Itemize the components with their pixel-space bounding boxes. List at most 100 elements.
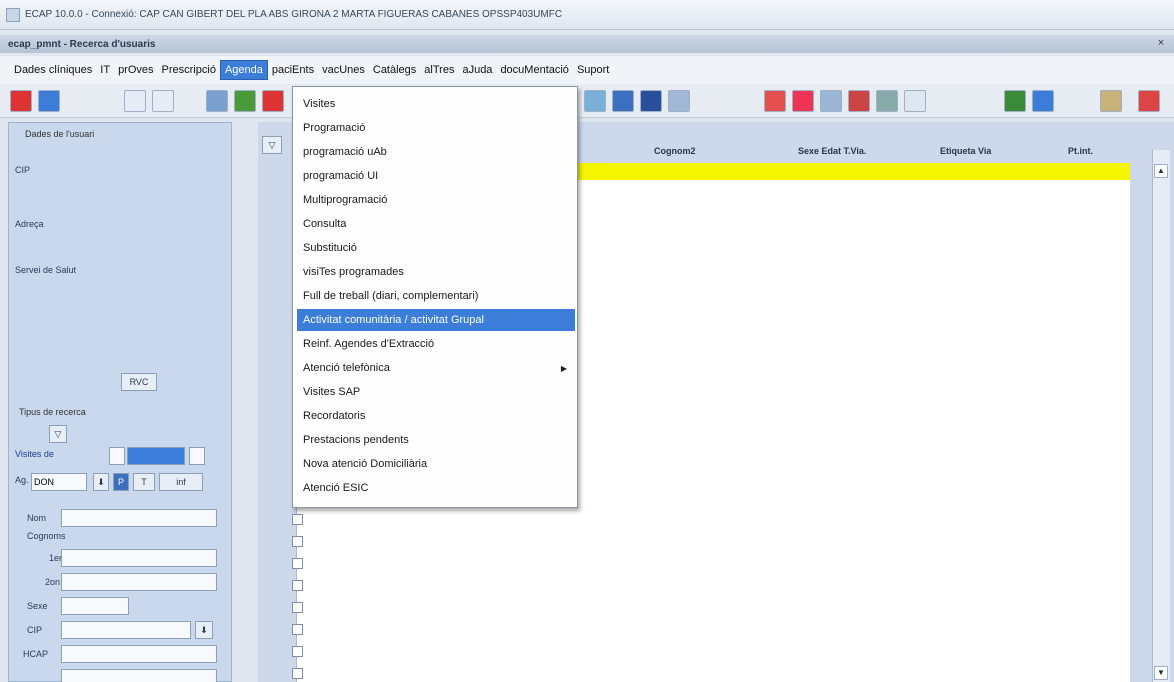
inf-icon[interactable] — [1032, 90, 1054, 112]
close-icon[interactable]: × — [1154, 37, 1168, 51]
toolbar — [0, 84, 1174, 118]
card-icon[interactable] — [1100, 90, 1122, 112]
menu-item-label: Reinf. Agendes d'Extracció — [303, 338, 435, 350]
menu-pacients[interactable]: paciEnts — [268, 61, 318, 79]
menu-item-label: Prestacions pendents — [303, 434, 409, 446]
menu-vacunes[interactable]: vacUnes — [318, 61, 369, 79]
column-header[interactable]: Sexe Edat T.Via. — [798, 146, 866, 156]
filter-icon[interactable]: ▽ — [49, 425, 67, 443]
tool-icon[interactable] — [876, 90, 898, 112]
menu-item-recordatoris[interactable]: Recordatoris — [297, 405, 575, 427]
p-button[interactable]: P — [113, 473, 129, 491]
column-header[interactable]: Pt.int. — [1068, 146, 1093, 156]
second-surname-input[interactable] — [61, 573, 217, 591]
monitor-icon[interactable] — [206, 90, 228, 112]
menu-it[interactable]: IT — [96, 61, 114, 79]
menu-ajuda[interactable]: aJuda — [458, 61, 496, 79]
first-surname-input[interactable] — [61, 549, 217, 567]
menu-item-visites[interactable]: Visites — [297, 93, 575, 115]
menu-prescripci-[interactable]: Prescripció — [158, 61, 220, 79]
document-icon[interactable] — [152, 90, 174, 112]
scroll-up-arrow[interactable]: ▲ — [1154, 164, 1168, 178]
menu-item-activitat-comunit-ria-activitat-grupal[interactable]: Activitat comunitària / activitat Grupal — [297, 309, 575, 331]
menu-documentaci-[interactable]: docuMentació — [496, 61, 573, 79]
row-checkbox[interactable] — [292, 558, 303, 569]
it-icon[interactable] — [764, 90, 786, 112]
y-icon[interactable] — [640, 90, 662, 112]
extra-input[interactable] — [61, 669, 217, 682]
menu-item-label: Activitat comunitària / activitat Grupal — [303, 314, 484, 326]
hcap-input[interactable] — [61, 645, 217, 663]
menu-item-programaci[interactable]: Programació — [297, 117, 575, 139]
menu-item-full-de-treball-diari-complementari[interactable]: Full de treball (diari, complementari) — [297, 285, 575, 307]
sex-select[interactable] — [61, 597, 129, 615]
menu-item-atenci-esic[interactable]: Atenció ESIC — [297, 477, 575, 499]
heart-icon[interactable] — [1138, 90, 1160, 112]
cip-input[interactable] — [61, 621, 191, 639]
menu-item-label: Recordatoris — [303, 410, 366, 422]
inf-button[interactable]: inf — [159, 473, 203, 491]
menu-item-label: Programació — [303, 122, 366, 134]
pencil-icon[interactable] — [848, 90, 870, 112]
menu-altres[interactable]: alTres — [420, 61, 458, 79]
menu-item-label: Atenció ESIC — [303, 482, 369, 494]
child-window-titlebar: ecap_pmnt - Recerca d'usuaris × — [0, 35, 1174, 53]
grid-filter-icon[interactable]: ▽ — [262, 136, 282, 154]
menu-item-label: visiTes programades — [303, 266, 404, 278]
menu-item-label: programació uAb — [303, 146, 387, 158]
date-field[interactable] — [127, 447, 185, 465]
date-prev-button[interactable] — [109, 447, 125, 465]
menu-item-visites-sap[interactable]: Visites SAP — [297, 381, 575, 403]
green-gear-icon[interactable] — [1004, 90, 1026, 112]
visits-radio-label[interactable]: Visites de — [15, 449, 54, 459]
column-header[interactable]: Etiqueta Via — [940, 146, 991, 156]
menu-suport[interactable]: Suport — [573, 61, 613, 79]
menu-item-multiprogramaci[interactable]: Multiprogramació — [297, 189, 575, 211]
menu-item-consulta[interactable]: Consulta — [297, 213, 575, 235]
column-header[interactable]: Cognom2 — [654, 146, 696, 156]
menu-item-substituci[interactable]: Substitució — [297, 237, 575, 259]
stethoscope-icon[interactable] — [668, 90, 690, 112]
rvc-button[interactable]: RVC — [121, 373, 157, 391]
menu-proves[interactable]: prOves — [114, 61, 157, 79]
download-cip-icon[interactable]: ⬇ — [195, 621, 213, 639]
row-checkbox[interactable] — [292, 536, 303, 547]
row-checkbox[interactable] — [292, 624, 303, 635]
menu-item-visites-programades[interactable]: visiTes programades — [297, 261, 575, 283]
menu-dades-cl-niques[interactable]: Dades clíniques — [10, 61, 96, 79]
menu-item-reinf-agendes-d-extracci[interactable]: Reinf. Agendes d'Extracció — [297, 333, 575, 355]
download-icon[interactable]: ⬇ — [93, 473, 109, 491]
row-checkbox[interactable] — [292, 602, 303, 613]
row-checkbox[interactable] — [292, 514, 303, 525]
menu-agenda[interactable]: Agenda — [219, 60, 268, 80]
row-checkbox[interactable] — [292, 580, 303, 591]
name-input[interactable] — [61, 509, 217, 527]
user-red-icon[interactable] — [10, 90, 32, 112]
date-next-button[interactable] — [189, 447, 205, 465]
ag-input[interactable]: DON — [31, 473, 87, 491]
menu-item-atenci-telef-nica[interactable]: Atenció telefònica ▶ — [297, 357, 575, 379]
blank-icon[interactable] — [904, 90, 926, 112]
menu-item-nova-atenci-domicili-ria[interactable]: Nova atenció Domiciliària — [297, 453, 575, 475]
t-button[interactable]: T — [133, 473, 155, 491]
search-icon[interactable] — [124, 90, 146, 112]
palette-icon[interactable] — [234, 90, 256, 112]
plus-icon[interactable] — [612, 90, 634, 112]
menu-item-prestacions-pendents[interactable]: Prestacions pendents — [297, 429, 575, 451]
menu-item-label: Multiprogramació — [303, 194, 388, 206]
user-data-group-title: Dades de l'usuari — [23, 129, 97, 139]
row-checkbox[interactable] — [292, 668, 303, 679]
app-icon — [6, 7, 20, 22]
surnames-label: Cognoms — [27, 531, 66, 541]
row-checkbox[interactable] — [292, 646, 303, 657]
grid-icon[interactable] — [584, 90, 606, 112]
scroll-down-arrow[interactable]: ▼ — [1154, 666, 1168, 680]
calendar-icon[interactable] — [792, 90, 814, 112]
menu-item-programaci-ui[interactable]: programació UI — [297, 165, 575, 187]
menu-cat-legs[interactable]: Catàlegs — [369, 61, 420, 79]
warning-icon[interactable] — [262, 90, 284, 112]
user-blue-icon[interactable] — [38, 90, 60, 112]
syringe-icon[interactable] — [820, 90, 842, 112]
menu-item-programaci-uab[interactable]: programació uAb — [297, 141, 575, 163]
vertical-scrollbar[interactable] — [1152, 150, 1170, 682]
